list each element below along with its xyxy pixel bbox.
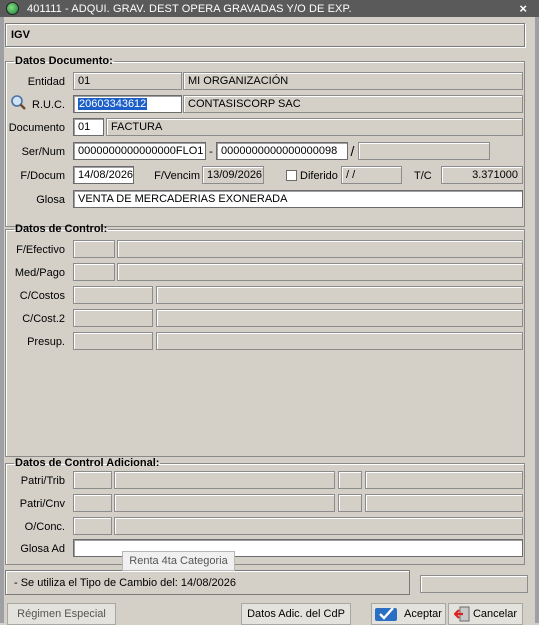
patritrib-desc-field bbox=[114, 471, 335, 489]
ruc-value: 20603343612 bbox=[78, 98, 148, 110]
status-panel: - Se utiliza el Tipo de Cambio del: 14/0… bbox=[5, 570, 410, 595]
dialog-window: IGV Datos Documento: Entidad 01 MI ORGAN… bbox=[0, 17, 539, 625]
ccostos-label: C/Costos bbox=[19, 290, 65, 302]
fdocum-label: F/Docum bbox=[20, 170, 65, 182]
accept-icon bbox=[375, 606, 401, 622]
patricnv-label: Patri/Cnv bbox=[19, 498, 65, 510]
medpago-code-field[interactable] bbox=[73, 263, 115, 281]
cancel-icon bbox=[453, 606, 470, 622]
diferido-checkbox[interactable] bbox=[286, 170, 297, 181]
sernum-separator: - bbox=[209, 146, 213, 158]
entidad-code-field[interactable]: 01 bbox=[73, 72, 182, 90]
fdocum-input[interactable]: 14/08/2026 bbox=[73, 166, 134, 184]
patritrib-label: Patri/Trib bbox=[20, 475, 65, 487]
glosa-input[interactable]: VENTA DE MERCADERIAS EXONERADA bbox=[73, 190, 523, 208]
glosa-label: Glosa bbox=[36, 194, 65, 206]
fvencim-label: F/Vencim bbox=[154, 170, 200, 182]
tooltip: Renta 4ta Categoria bbox=[122, 551, 235, 571]
presup-label: Presup. bbox=[27, 336, 65, 348]
documento-name-field: FACTURA bbox=[106, 118, 523, 136]
medpago-desc-field bbox=[117, 263, 523, 281]
app-logo-icon bbox=[6, 2, 19, 15]
datos-control-legend: Datos de Control: bbox=[15, 223, 108, 235]
fefectivo-code-field[interactable] bbox=[73, 240, 115, 258]
title-bar: 401111 - ADQUI. GRAV. DEST OPERA GRAVADA… bbox=[0, 0, 539, 17]
glosa-ad-label: Glosa Ad bbox=[20, 543, 65, 555]
ruc-label: R.U.C. bbox=[32, 99, 65, 111]
patricnv-code-field[interactable] bbox=[73, 494, 112, 512]
aceptar-label: Aceptar bbox=[404, 608, 442, 620]
ruc-name-field: CONTASISCORP SAC bbox=[183, 95, 523, 113]
status-text: - Se utiliza el Tipo de Cambio del: 14/0… bbox=[14, 577, 236, 589]
ccostos-code-field[interactable] bbox=[73, 286, 153, 304]
patritrib-code2-field[interactable] bbox=[338, 471, 362, 489]
documento-code-input[interactable]: 01 bbox=[73, 118, 104, 136]
ccost2-desc-field bbox=[156, 309, 523, 327]
regimen-especial-button[interactable]: Régimen Especial bbox=[7, 603, 116, 625]
ccostos-desc-field bbox=[156, 286, 523, 304]
fefectivo-label: F/Efectivo bbox=[16, 244, 65, 256]
oconc-label: O/Conc. bbox=[24, 521, 65, 533]
entidad-label: Entidad bbox=[27, 76, 65, 88]
ccost2-code-field[interactable] bbox=[73, 309, 153, 327]
serie-input[interactable]: 0000000000000000FLO1 bbox=[73, 142, 206, 160]
numero-input[interactable]: 0000000000000000098 bbox=[216, 142, 348, 160]
datos-adic-cdp-button[interactable]: Datos Adic. del CdP bbox=[241, 603, 351, 625]
fefectivo-desc-field bbox=[117, 240, 523, 258]
patricnv-code2-field[interactable] bbox=[338, 494, 362, 512]
patritrib-desc2-field bbox=[365, 471, 523, 489]
cancelar-button[interactable]: Cancelar bbox=[448, 603, 523, 625]
oconc-desc-field bbox=[114, 517, 523, 535]
magnifier-icon[interactable] bbox=[10, 94, 27, 111]
close-icon[interactable]: × bbox=[519, 0, 527, 17]
documento-label: Documento bbox=[8, 122, 65, 134]
sernum-extra-field[interactable] bbox=[358, 142, 490, 160]
status-right-field bbox=[420, 575, 528, 593]
tc-field: 3.371000 bbox=[441, 166, 523, 184]
header-panel: IGV bbox=[5, 23, 525, 47]
presup-desc-field bbox=[156, 332, 523, 350]
patritrib-code-field[interactable] bbox=[73, 471, 112, 489]
cancelar-label: Cancelar bbox=[472, 608, 518, 620]
patricnv-desc2-field bbox=[365, 494, 523, 512]
sernum-slash: / bbox=[350, 143, 355, 159]
aceptar-button[interactable]: Aceptar bbox=[371, 603, 446, 625]
entidad-name-field: MI ORGANIZACIÓN bbox=[183, 72, 523, 90]
datos-control-adicional-legend: Datos de Control Adicional: bbox=[15, 457, 160, 469]
medpago-label: Med/Pago bbox=[14, 267, 65, 279]
oconc-code-field[interactable] bbox=[73, 517, 112, 535]
presup-code-field[interactable] bbox=[73, 332, 153, 350]
header-label: IGV bbox=[11, 29, 30, 41]
fvencim-field[interactable]: 13/09/2026 bbox=[202, 166, 264, 184]
sernum-label: Ser/Num bbox=[21, 146, 65, 158]
tc-label: T/C bbox=[414, 170, 432, 182]
diferido-label: Diferido bbox=[300, 170, 338, 182]
window-title: 401111 - ADQUI. GRAV. DEST OPERA GRAVADA… bbox=[27, 2, 352, 15]
ccost2-label: C/Cost.2 bbox=[22, 313, 65, 325]
diferido-date-field[interactable]: / / bbox=[341, 166, 402, 184]
patricnv-desc-field bbox=[114, 494, 335, 512]
datos-documento-legend: Datos Documento: bbox=[15, 55, 113, 67]
ruc-input[interactable]: 20603343612 bbox=[73, 95, 182, 113]
